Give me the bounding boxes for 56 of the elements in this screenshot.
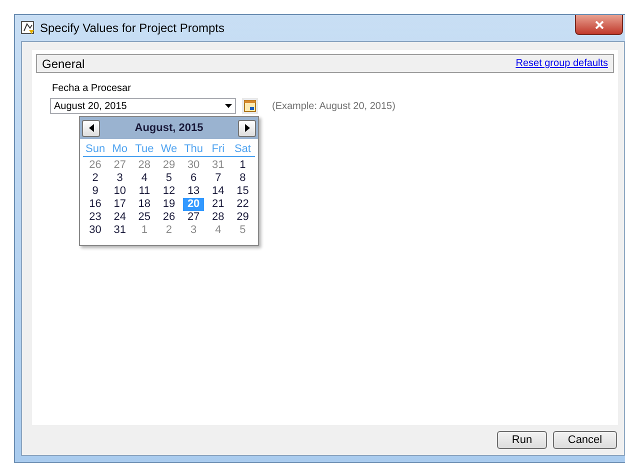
calendar-day[interactable]: 17 xyxy=(108,198,132,211)
calendar-day[interactable]: 28 xyxy=(206,211,230,224)
prompt-label: Fecha a Procesar xyxy=(52,83,132,94)
run-button[interactable]: Run xyxy=(497,431,547,449)
calendar-day[interactable]: 19 xyxy=(156,198,182,211)
calendar-day[interactable]: 21 xyxy=(206,198,230,211)
weekday-label: Sat xyxy=(230,143,255,157)
calendar-day[interactable]: 25 xyxy=(132,211,157,224)
left-arrow-icon xyxy=(88,124,94,132)
calendar-day[interactable]: 30 xyxy=(83,224,108,237)
calendar-day[interactable]: 26 xyxy=(156,211,182,224)
calendar-day[interactable]: 4 xyxy=(132,172,157,185)
close-icon xyxy=(594,20,604,28)
app-icon xyxy=(21,21,35,35)
calendar-day[interactable]: 24 xyxy=(108,211,132,224)
group-title: General xyxy=(42,56,85,70)
reset-link[interactable]: Reset group defaults xyxy=(516,58,608,69)
calendar-day[interactable]: 22 xyxy=(230,198,255,211)
calendar-day[interactable]: 3 xyxy=(108,172,132,185)
right-arrow-icon xyxy=(244,124,250,132)
calendar-day[interactable]: 23 xyxy=(83,211,108,224)
calendar-day[interactable]: 10 xyxy=(108,185,132,198)
next-month-button[interactable] xyxy=(238,120,256,136)
previous-month-button[interactable] xyxy=(82,120,100,136)
calendar-day[interactable]: 27 xyxy=(181,211,206,224)
calendar-button[interactable] xyxy=(242,98,258,114)
calendar-day[interactable]: 14 xyxy=(206,185,230,198)
calendar-day[interactable]: 8 xyxy=(230,172,255,185)
calendar-day[interactable]: 29 xyxy=(230,211,255,224)
calendar-day[interactable]: 1 xyxy=(230,159,255,172)
calendar-day[interactable]: 9 xyxy=(83,185,108,198)
weekday-label: Mo xyxy=(108,143,132,157)
weekday-label: We xyxy=(156,143,182,157)
calendar-day[interactable]: 18 xyxy=(132,198,157,211)
example-hint: (Example: August 20, 2015) xyxy=(272,100,396,112)
date-dropdown[interactable]: August 20, 2015 xyxy=(50,98,236,114)
close-button[interactable] xyxy=(575,15,623,35)
weekday-label: Fri xyxy=(206,143,230,157)
calendar-day[interactable]: 2 xyxy=(83,172,108,185)
calendar-day[interactable]: 12 xyxy=(156,185,182,198)
calendar-day[interactable]: 11 xyxy=(132,185,157,198)
calendar-day[interactable]: 6 xyxy=(181,172,206,185)
calendar-day[interactable]: 5 xyxy=(156,172,182,185)
cancel-button[interactable]: Cancel xyxy=(553,431,617,449)
calendar-day[interactable]: 16 xyxy=(83,198,108,211)
window-title: Specify Values for Project Prompts xyxy=(40,21,225,35)
caret-icon xyxy=(225,104,232,108)
calendar-day[interactable]: 7 xyxy=(206,172,230,185)
weekday-label: Tue xyxy=(132,143,157,157)
weekday-label: Thu xyxy=(181,143,206,157)
calendar-day[interactable]: 15 xyxy=(230,185,255,198)
calendar-day[interactable]: 13 xyxy=(181,185,206,198)
calendar-icon xyxy=(244,100,256,112)
weekday-label: Sun xyxy=(83,143,108,157)
month-title: August, 2015 xyxy=(134,122,204,134)
calendar-day[interactable]: 31 xyxy=(108,224,132,237)
